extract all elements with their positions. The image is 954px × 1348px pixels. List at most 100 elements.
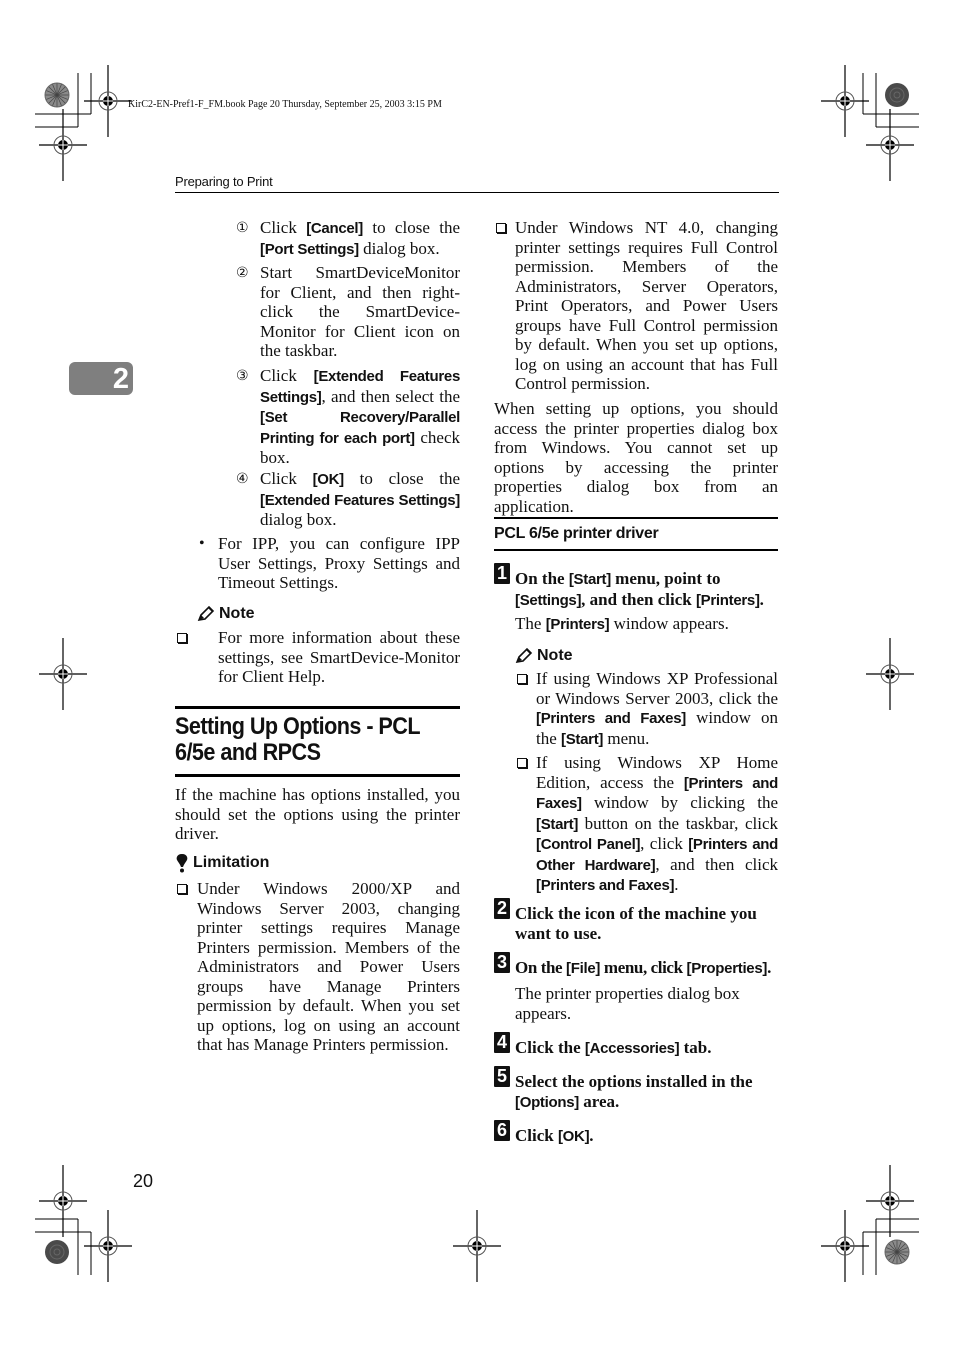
step-1-text: On the [Start] menu, point to [Settings]… [515,569,778,610]
ui-label: [Accessories] [584,1040,680,1057]
subsection-rule-top [494,517,778,519]
note-label: Note [219,605,255,622]
ui-label: [File] [566,960,601,977]
ui-label: [Properties] [686,960,768,977]
substep-1: ① Click [Cancel] to close the [Port Sett… [236,218,460,259]
note-item: If using Windows XP Home Edition, access… [515,753,778,896]
crosshair-registration-icon [83,64,133,138]
checkbox-bullet-icon [517,758,527,768]
section-title: Setting Up Options - PCL 6/5e and RPCS [175,713,420,766]
crosshair-registration-icon [38,1164,88,1238]
note-heading: Note [515,646,573,666]
running-head: Preparing to Print [175,174,273,189]
step-3-text: On the [File] menu, click [Properties]. [515,958,785,979]
crosshair-registration-icon [865,637,915,711]
book-file-header: KirC2-EN-Pref1-F_FM.book Page 20 Thursda… [128,99,442,110]
ui-label: [Extended Features Settings] [260,491,460,509]
text-run: Click the icon of the machine you want t… [515,904,757,943]
substep-text: Start SmartDeviceMonitor for Client, and… [260,263,460,361]
note-text: If using Windows XP Professional or Wind… [536,669,778,749]
text-run: , and then select the [321,386,460,406]
text-run: On the [515,958,567,977]
text-run: menu. [603,728,650,748]
text-run: Click [260,366,314,385]
note-heading: Note [197,604,255,624]
substep-text: Click [Cancel] to close the [Port Settin… [260,218,460,259]
crosshair-registration-icon [865,1164,915,1238]
ui-label: [Settings] [515,591,582,609]
text-run: . [759,589,764,609]
color-target-bottom-right [884,1239,910,1265]
substep-2: ② Start SmartDeviceMonitor for Client, a… [236,263,460,361]
crosshair-registration-icon [38,637,88,711]
pencil-icon [197,605,215,621]
text-run: to close the [343,469,460,488]
text-run: window appears. [609,614,729,633]
step-number-3: 3 [494,952,510,973]
text-run: , and then click [655,854,778,874]
crosshair-registration-icon [83,1209,133,1283]
chapter-tab: 2 [69,362,133,395]
step-number-5: 5 [494,1066,510,1087]
ui-label: [Control Panel] [536,836,641,853]
ui-label: [Start] [536,815,579,833]
section-rule-bottom [175,774,460,777]
subsection-title: PCL 6/5e printer driver [494,525,659,542]
bullet-item: • For IPP, you can configure IPP User Se… [199,534,460,593]
step-4-text: Click the [Accessories] tab. [515,1038,778,1059]
color-target-top-right [884,82,910,108]
text-run: tab. [679,1038,712,1057]
ui-label: [Printers and Faxes] [536,710,686,727]
limitation-item: Under Windows 2000/XP and Windows Server… [175,879,460,1055]
options-paragraph: When setting up options, you should acce… [494,399,778,516]
limitation-text: Under Windows 2000/XP and Windows Server… [197,879,460,1054]
ui-label: [Options] [515,1093,579,1111]
text-run: The [515,614,546,633]
text-run: Start SmartDeviceMonitor for Client, and… [260,263,460,360]
substep-text: Click [Extended Features Settings], and … [260,366,460,468]
limitation-label: Limitation [193,854,270,872]
color-target-bottom-left [44,1239,70,1265]
note-text: If using Windows XP Home Edition, access… [536,753,778,896]
ui-label: [Cancel] [306,220,363,237]
text-run: . [767,958,771,977]
circled-number-4: ④ [236,471,249,487]
limitation-text: Under Windows NT 4.0, changing printer s… [515,218,778,393]
note-text: For more information about these setting… [218,628,460,686]
note-item: If using Windows XP Professional or Wind… [515,669,778,749]
step-5-text: Select the options installed in the [Opt… [515,1072,778,1112]
ui-label: [OK] [557,1128,590,1145]
crosshair-registration-icon [865,108,915,182]
crosshair-registration-icon [820,1209,870,1283]
text-run: Select the options installed in the [515,1072,753,1091]
ui-label: [Start] [568,571,611,588]
text-run: The printer properties dialog box appear… [515,984,740,1023]
ui-label: [Printers] [695,591,760,609]
crosshair-registration-icon [820,64,870,138]
text-run: . [674,875,679,894]
step-1-result: The [Printers] window appears. [515,614,778,635]
text-run: Click the [515,1038,585,1057]
text-run: , click [640,834,689,853]
header-rule [175,192,779,193]
text-run: , and then click [581,589,696,609]
step-number-1: 1 [494,563,510,584]
circled-number-3: ③ [236,368,249,384]
step-number-6: 6 [494,1120,510,1141]
text-run: dialog box. [358,238,440,258]
text-run: area. [578,1091,620,1111]
step-2-text: Click the icon of the machine you want t… [515,904,778,943]
substep-text: Click [OK] to close the [Extended Featur… [260,469,460,530]
text-run: . [589,1126,594,1145]
page-number: 20 [133,1171,154,1191]
limitation-heading: Limitation [175,853,269,873]
crosshair-registration-icon [452,1209,502,1283]
text-run: window by clicking the [581,793,778,812]
ui-label: [OK] [312,471,345,488]
step-6-text: Click [OK]. [515,1126,778,1147]
bullet-icon: • [199,535,205,552]
checkbox-bullet-icon [496,223,506,233]
pencil-icon [515,647,533,663]
bullet-text: For IPP, you can configure IPP User Sett… [218,534,460,592]
step-number-2: 2 [494,898,510,919]
